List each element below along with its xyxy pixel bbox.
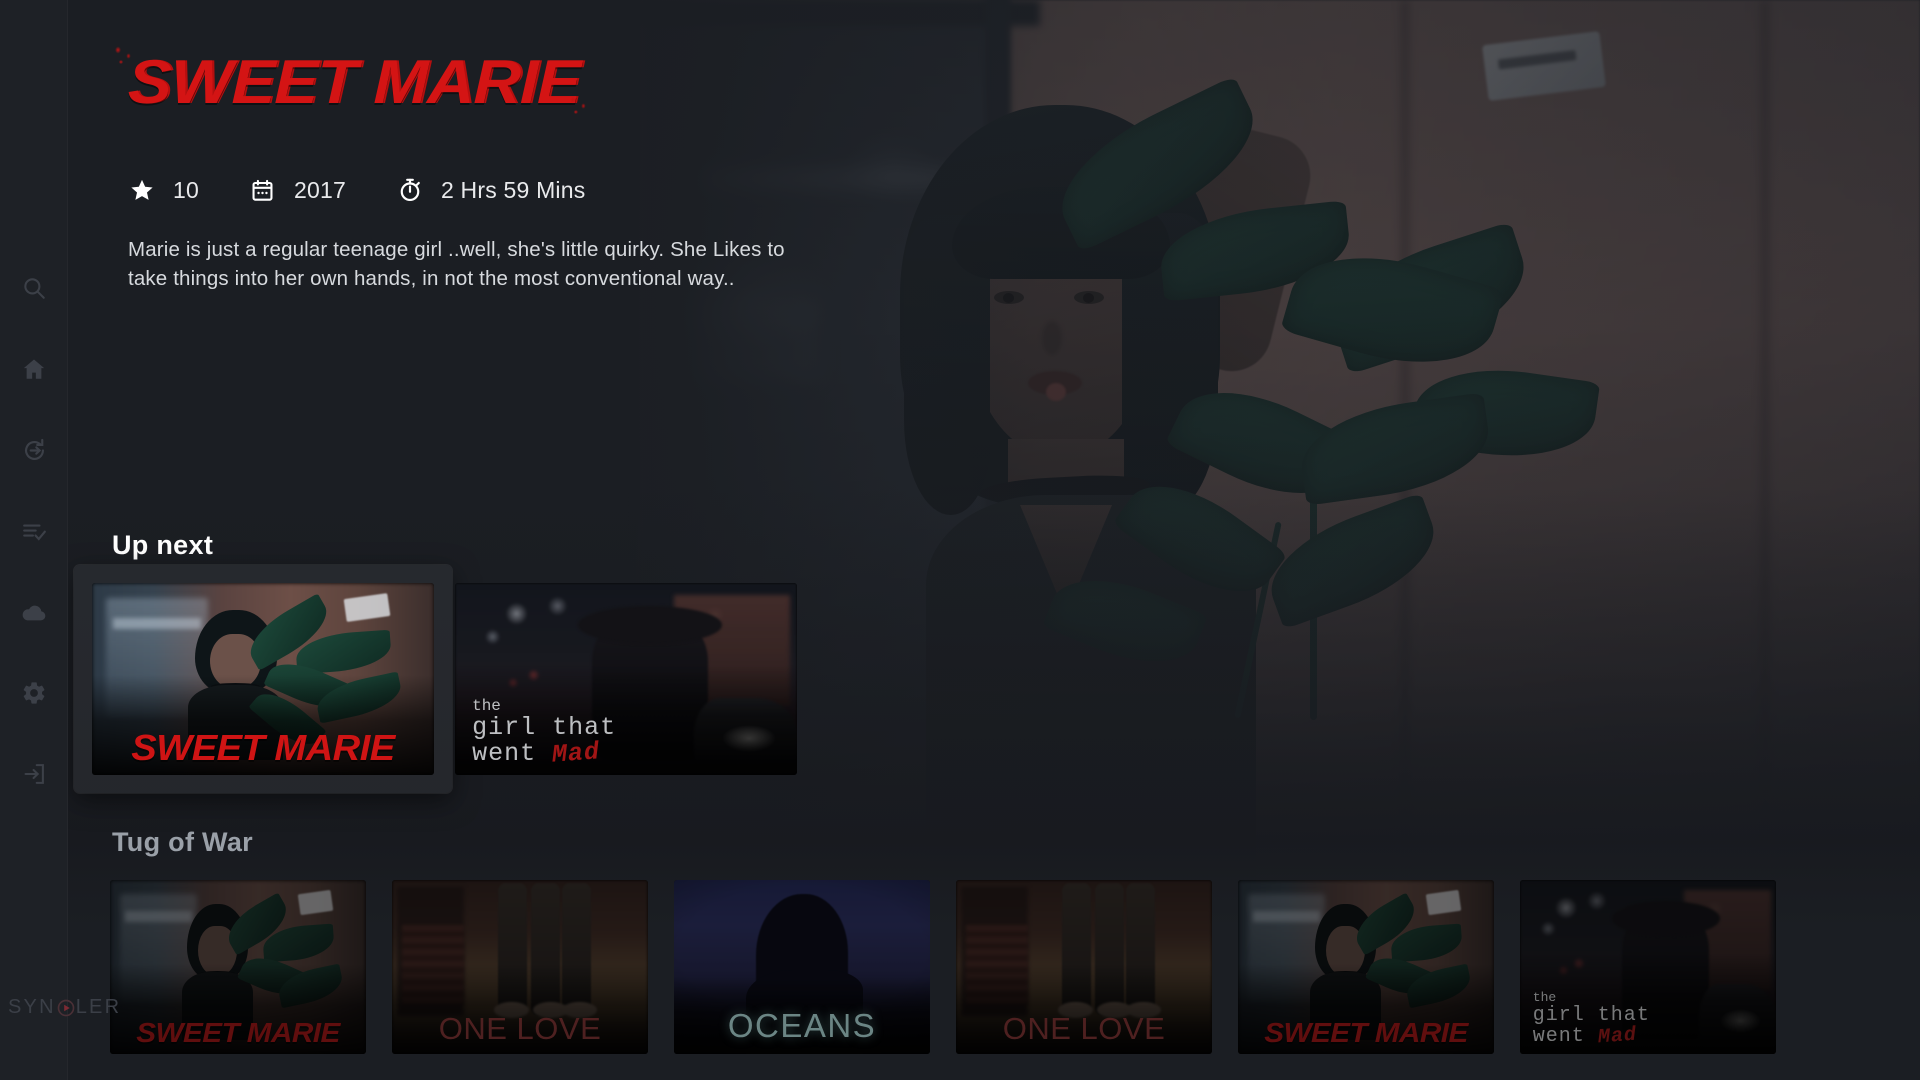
row-strip-tug-of-war: SWEET MARIE ONE LOVE OCEANS ONE LOVE SWE… [0,880,1920,1054]
card-title: SWEET MARIE [1264,1016,1468,1048]
sidebar-item-resume[interactable] [14,430,54,470]
card-title-line-1: the [1532,990,1557,1006]
metadata-year: 2017 [249,176,346,204]
thumbnail: OCEANS [674,880,930,1054]
sidebar: SYN LER [0,0,119,1080]
metadata-duration: 2 Hrs 59 Mins [396,176,585,204]
card-tug-sweet-marie-2[interactable]: SWEET MARIE [1238,880,1494,1054]
sidebar-item-search[interactable] [14,268,54,308]
logout-icon [21,761,47,787]
artwork-sweet-marie: SWEET MARIE [1238,880,1494,1054]
sidebar-nav-list [0,268,68,794]
card-tug-girl-that-went-mad[interactable]: the girl that went Mad [1520,880,1776,1054]
sidebar-item-playlist[interactable] [14,511,54,551]
card-up-next-sweet-marie[interactable]: SWEET MARIE [74,565,452,793]
playlist-check-icon [21,518,47,544]
card-tug-oceans[interactable]: OCEANS [674,880,930,1054]
rating-value: 10 [173,176,199,203]
duration-value: 2 Hrs 59 Mins [440,176,586,203]
metadata-row: 10 2017 2 Hrs 59 Mins [128,176,928,204]
card-title-line-4: Mad [551,737,602,770]
metadata-rating: 10 [128,176,199,204]
card-up-next-girl-that-went-mad[interactable]: the girl that went Mad [455,583,797,775]
thumbnail: the girl that went Mad [455,583,797,775]
row-tug-of-war: Tug of War SWEET MARIE ONE LOVE OCEANS O… [0,827,1920,1054]
card-title: ONE LOVE [1002,1011,1166,1047]
card-tug-sweet-marie-1[interactable]: SWEET MARIE [110,880,366,1054]
card-title: OCEANS [727,1007,877,1045]
year-value: 2017 [293,176,346,203]
card-tug-one-love-2[interactable]: ONE LOVE [956,880,1212,1054]
sidebar-item-logout[interactable] [14,754,54,794]
thumbnail: SWEET MARIE [1238,880,1494,1054]
thumbnail: ONE LOVE [956,880,1212,1054]
brand-name-tail: LER [75,995,122,1018]
home-icon [21,356,47,382]
card-title: SWEET MARIE [136,1016,340,1048]
row-strip-up-next: SWEET MARIE the girl that went Mad [0,565,1920,793]
card-title: ONE LOVE [438,1011,602,1047]
card-title: SWEET MARIE [131,727,395,769]
stopwatch-icon [396,176,424,204]
artwork-one-love: ONE LOVE [956,880,1212,1054]
card-title-line-3: went Mad [1532,1023,1638,1050]
calendar-icon [249,176,277,204]
card-title-line-3: went Mad [472,737,602,770]
thumbnail: SWEET MARIE [92,583,434,775]
sidebar-item-home[interactable] [14,349,54,389]
star-icon [128,176,156,204]
thumbnail: ONE LOVE [392,880,648,1054]
card-title-line-4: Mad [1597,1023,1638,1050]
sidebar-item-settings[interactable] [14,673,54,713]
card-tug-one-love-1[interactable]: ONE LOVE [392,880,648,1054]
replay-arrow-icon [21,437,48,464]
play-circle-icon [57,999,75,1017]
card-title-block: the girl that went Mad [472,698,616,770]
artwork-one-love: ONE LOVE [392,880,648,1054]
thumbnail: SWEET MARIE [110,880,366,1054]
row-title-up-next: Up next [112,530,214,560]
page-title: SWEET MARIE [127,48,581,117]
content-rows: Up next SWEET MARIE the girl that went M… [0,530,1920,1054]
search-icon [21,275,47,301]
artwork-girl-that-went-mad: the girl that went Mad [1520,880,1776,1054]
detail-panel: SWEET MARIE 10 2017 2 Hrs 59 Mins Marie … [127,48,928,293]
sidebar-item-cloud[interactable] [14,592,54,632]
brand-logo: SYN LER [0,994,121,1020]
artwork-sweet-marie: SWEET MARIE [92,583,434,775]
artwork-oceans: OCEANS [674,880,930,1054]
app-root: SYN LER SWEET MARIE 10 2017 2 Hrs 59 Min… [0,0,1920,1080]
artwork-girl-that-went-mad: the girl that went Mad [455,583,797,775]
artwork-sweet-marie: SWEET MARIE [110,880,366,1054]
brand-name-head: SYN [8,995,56,1018]
synopsis-text: Marie is just a regular teenage girl ..w… [128,238,785,290]
row-title-tug-of-war: Tug of War [112,827,253,857]
thumbnail: the girl that went Mad [1520,880,1776,1054]
row-up-next: Up next SWEET MARIE the girl that went M… [0,530,1920,793]
cloud-icon [20,598,48,626]
gear-icon [21,680,47,706]
card-title-block: the girl that went Mad [1532,990,1650,1050]
